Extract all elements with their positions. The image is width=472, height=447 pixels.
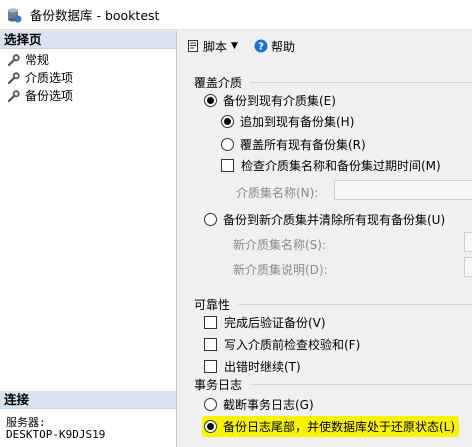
backup-existing-media-option[interactable]: 备份到现有介质集(E)	[204, 92, 336, 109]
verify-backup-option[interactable]: 完成后验证备份(V)	[204, 314, 326, 331]
tail-log-option[interactable]: 备份日志尾部，并使数据库处于还原状态(L)	[202, 416, 460, 437]
new-media-set-desc-input[interactable]	[464, 257, 472, 277]
radio-selected[interactable]	[204, 94, 217, 107]
option-label: 备份到新介质集并清除所有现有备份集(U)	[223, 213, 446, 227]
option-label: 覆盖所有现有备份集(R)	[240, 138, 366, 152]
wrench-icon	[8, 72, 20, 84]
wrench-icon	[8, 90, 20, 102]
window-title: 备份数据库 - booktest	[30, 8, 160, 23]
server-value: DESKTOP-K9DJS19	[6, 428, 106, 441]
help-icon: ?	[254, 39, 268, 53]
help-label: 帮助	[270, 39, 295, 54]
option-label: 追加到现有备份集(H)	[240, 115, 355, 129]
new-media-set-name-input[interactable]	[464, 232, 472, 252]
chevron-down-icon[interactable]: ▼	[231, 41, 238, 51]
option-label: 检查介质集名称和备份集过期时间(M)	[241, 159, 441, 173]
script-icon	[188, 40, 198, 52]
sidebar-item-media-options[interactable]: 介质选项	[0, 69, 176, 87]
sidebar-item-general[interactable]: 常规	[0, 51, 176, 69]
script-label: 脚本	[203, 39, 228, 54]
sidebar-item-backup-options[interactable]: 备份选项	[0, 87, 176, 105]
section-divider	[250, 82, 472, 83]
continue-on-error-option[interactable]: 出错时继续(T)	[204, 358, 301, 375]
section-divider	[238, 304, 472, 305]
field-label: 新介质集说明(D):	[233, 263, 328, 277]
section-divider	[250, 384, 472, 385]
new-media-set-desc-label: 新介质集说明(D):	[233, 261, 328, 278]
connection-panel: 连接 服务器: DESKTOP-K9DJS19	[0, 391, 176, 441]
svg-text:?: ?	[258, 42, 264, 53]
reliability-section-label: 可靠性	[194, 298, 231, 312]
transaction-log-section-label: 事务日志	[194, 378, 243, 392]
checkbox[interactable]	[204, 360, 217, 373]
connection-header: 连接	[0, 391, 176, 409]
database-backup-icon	[8, 8, 22, 22]
option-label: 备份日志尾部，并使数据库处于还原状态(L)	[223, 420, 456, 434]
radio-selected[interactable]	[204, 420, 217, 433]
checkbox[interactable]	[221, 159, 234, 172]
checkbox[interactable]	[204, 338, 217, 351]
toolbar: 脚本 ▼ ? 帮助	[178, 31, 472, 61]
overwrite-media-section-label: 覆盖介质	[194, 76, 243, 90]
checkbox[interactable]	[204, 316, 217, 329]
field-label: 新介质集名称(S):	[233, 238, 327, 252]
field-label: 介质集名称(N):	[236, 186, 319, 200]
sidebar-item-label: 介质选项	[25, 71, 74, 85]
checksum-option[interactable]: 写入介质前检查校验和(F)	[204, 336, 360, 353]
append-option[interactable]: 追加到现有备份集(H)	[221, 113, 354, 130]
truncate-log-option[interactable]: 截断事务日志(G)	[204, 396, 314, 413]
sidebar-item-label: 备份选项	[25, 89, 74, 103]
option-label: 备份到现有介质集(E)	[223, 94, 336, 108]
options-pane: 脚本 ▼ ? 帮助 覆盖介质 备份到现有介质集(E) 追加到现有备份集(H) 覆…	[178, 31, 472, 447]
radio-unselected[interactable]	[204, 213, 217, 226]
option-label: 写入介质前检查校验和(F)	[224, 338, 361, 352]
option-label: 截断事务日志(G)	[223, 398, 314, 412]
sidebar-item-label: 常规	[25, 53, 50, 67]
media-set-name-input[interactable]	[334, 180, 472, 200]
radio-unselected[interactable]	[221, 138, 234, 151]
select-page-header: 选择页	[0, 31, 176, 49]
help-button[interactable]: ? 帮助	[254, 38, 295, 55]
radio-selected[interactable]	[221, 115, 234, 128]
new-media-set-name-label: 新介质集名称(S):	[233, 236, 326, 253]
backup-new-media-option[interactable]: 备份到新介质集并清除所有现有备份集(U)	[204, 211, 445, 228]
wrench-icon	[8, 54, 20, 66]
media-set-name-label: 介质集名称(N):	[236, 184, 318, 201]
script-button[interactable]: 脚本 ▼	[186, 38, 248, 55]
check-media-name-option[interactable]: 检查介质集名称和备份集过期时间(M)	[221, 157, 441, 174]
overwrite-option[interactable]: 覆盖所有现有备份集(R)	[221, 136, 366, 153]
left-pane: 选择页 常规 介质选项 备份选项 连接 服务器: DESKTOP-K9DJS19	[0, 31, 177, 447]
radio-unselected[interactable]	[204, 398, 217, 411]
title-bar: 备份数据库 - booktest	[0, 0, 472, 30]
option-label: 出错时继续(T)	[224, 360, 301, 374]
option-label: 完成后验证备份(V)	[224, 316, 326, 330]
